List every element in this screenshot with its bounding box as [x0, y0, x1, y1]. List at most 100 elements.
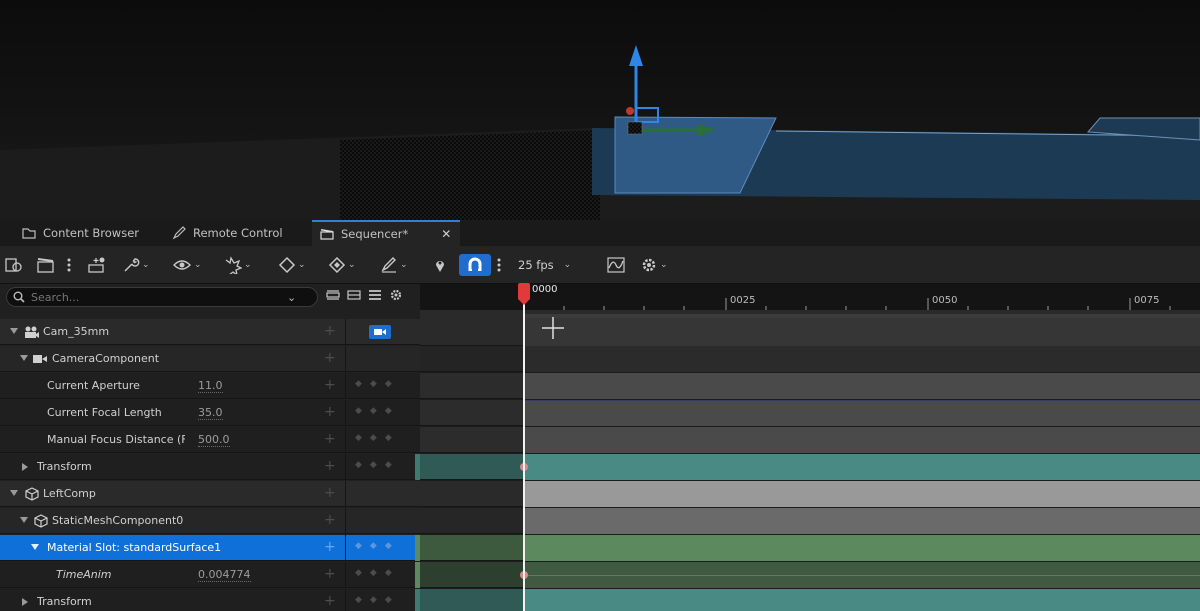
search-input[interactable]: [31, 290, 281, 304]
property-value[interactable]: 35.0: [198, 406, 223, 420]
sequencer-settings-dropdown[interactable]: ⌄: [640, 254, 668, 276]
timeline-lane-current-aperture[interactable]: [420, 373, 1200, 399]
close-tab-icon[interactable]: ✕: [441, 227, 451, 241]
magnet-icon: [468, 257, 482, 271]
time-ruler[interactable]: 0000 0025 0050 0075: [420, 284, 1200, 310]
keyframe-nav-icon[interactable]: ◆◆◆: [355, 433, 400, 443]
collapse-arrow-icon[interactable]: [20, 355, 28, 361]
track-row-transform-2[interactable]: Transform + ◆◆◆: [0, 589, 420, 611]
clapper-button[interactable]: [36, 254, 56, 276]
track-row-camera-component[interactable]: CameraComponent +: [0, 346, 420, 372]
component-section[interactable]: [524, 346, 1200, 372]
actor-section[interactable]: [524, 481, 1200, 507]
keyframe-nav-icon[interactable]: ◆◆◆: [355, 406, 400, 416]
frame-rate-dropdown[interactable]: 25 fps ⌄: [518, 254, 571, 276]
transform-section[interactable]: [524, 589, 1200, 611]
keyframe-nav-icon[interactable]: ◆◆◆: [355, 568, 400, 578]
expand-arrow-icon[interactable]: [22, 598, 28, 606]
keyframe-nav-icon[interactable]: ◆◆◆: [355, 595, 400, 605]
snap-toggle-button[interactable]: [459, 254, 491, 276]
keyframe-nav-icon[interactable]: ◆◆◆: [355, 460, 400, 470]
keyframe-nav-icon[interactable]: ◆◆◆: [355, 379, 400, 389]
add-key-icon[interactable]: +: [324, 404, 336, 420]
camera-cut-section[interactable]: [524, 318, 1200, 346]
edit-mode-dropdown[interactable]: ⌄: [380, 254, 408, 276]
float-section[interactable]: [524, 373, 1200, 399]
property-value[interactable]: 0.004774: [198, 568, 251, 582]
track-row-current-aperture[interactable]: Current Aperture 11.0 + ◆◆◆: [0, 373, 420, 399]
property-value[interactable]: 500.0: [198, 433, 230, 447]
chevron-down-icon[interactable]: ⌄: [287, 291, 296, 304]
playback-options-dropdown[interactable]: ⌄: [222, 254, 252, 276]
camera-lock-button[interactable]: [369, 325, 391, 339]
chevron-down-icon: ⌄: [298, 260, 306, 270]
add-track-icon[interactable]: +: [324, 350, 336, 366]
editor-tab-bar: Content Browser Remote Control Sequencer…: [0, 220, 1200, 246]
add-key-icon[interactable]: +: [324, 431, 336, 447]
timeline-lane-material-slot[interactable]: [420, 535, 1200, 561]
timeline-lane-transform-2[interactable]: [420, 589, 1200, 611]
playhead-handle[interactable]: [517, 283, 531, 305]
add-actor-button[interactable]: [86, 254, 108, 276]
curve-editor-button[interactable]: [606, 254, 626, 276]
property-value[interactable]: 11.0: [198, 379, 223, 393]
add-key-icon[interactable]: +: [324, 593, 336, 609]
add-track-icon[interactable]: +: [324, 512, 336, 528]
track-label: Material Slot: standardSurface1: [47, 541, 222, 554]
key-group-dropdown[interactable]: ⌄: [328, 254, 356, 276]
key-interpolation-dropdown[interactable]: ⌄: [278, 254, 306, 276]
timeline-lane-static-mesh[interactable]: [420, 508, 1200, 534]
timeline-lane-leftcomp[interactable]: [420, 481, 1200, 507]
track-row-cam[interactable]: Cam_35mm +: [0, 319, 420, 345]
track-row-current-focal-length[interactable]: Current Focal Length 35.0 + ◆◆◆: [0, 400, 420, 426]
collapse-arrow-icon[interactable]: [10, 490, 18, 496]
track-row-leftcomp[interactable]: LeftComp +: [0, 481, 420, 507]
material-section[interactable]: [524, 535, 1200, 561]
track-row-material-slot[interactable]: Material Slot: standardSurface1 + ◆◆◆: [0, 535, 420, 561]
keyframe-nav-icon[interactable]: ◆◆◆: [355, 541, 400, 551]
tab-content-browser[interactable]: Content Browser: [22, 220, 139, 246]
add-key-icon[interactable]: +: [324, 377, 336, 393]
more-options-button[interactable]: [66, 254, 72, 276]
search-box[interactable]: ⌄: [6, 287, 318, 307]
playhead-line[interactable]: [523, 288, 525, 611]
list-icon[interactable]: [368, 288, 382, 302]
component-section[interactable]: [524, 508, 1200, 534]
track-row-static-mesh-component[interactable]: StaticMeshComponent0 +: [0, 508, 420, 534]
transform-section[interactable]: [524, 454, 1200, 480]
add-key-icon[interactable]: +: [324, 566, 336, 582]
world-browse-button[interactable]: [4, 254, 24, 276]
level-viewport[interactable]: [0, 0, 1200, 220]
float-section[interactable]: [524, 400, 1200, 426]
timeline-lane-cam[interactable]: [420, 310, 1200, 346]
dithered-mesh: [340, 130, 600, 220]
marker-button[interactable]: [434, 254, 446, 276]
track-row-timeanim[interactable]: TimeAnim 0.004774 + ◆◆◆: [0, 562, 420, 588]
add-track-icon[interactable]: +: [324, 323, 336, 339]
track-label: Current Aperture: [47, 379, 140, 392]
track-row-manual-focus-distance[interactable]: Manual Focus Distance (Focus Distance) 5…: [0, 427, 420, 453]
timeline-lane-transform[interactable]: [420, 454, 1200, 480]
float-section[interactable]: [524, 427, 1200, 453]
collapse-arrow-icon[interactable]: [20, 517, 28, 523]
timeline-lane-current-focal-length[interactable]: [420, 400, 1200, 426]
timeline-lane-manual-focus[interactable]: [420, 427, 1200, 453]
expand-arrow-icon[interactable]: [22, 463, 28, 471]
snap-options-button[interactable]: [496, 254, 502, 276]
view-options-dropdown[interactable]: ⌄: [172, 254, 202, 276]
timeline-lane-timeanim[interactable]: [420, 562, 1200, 588]
settings-icon[interactable]: [389, 288, 403, 302]
track-layout-icon[interactable]: [347, 288, 361, 302]
timeline-area[interactable]: 0000 0025 0050 0075: [420, 284, 1200, 611]
add-track-icon[interactable]: +: [324, 539, 336, 555]
timeline-lane-camera-component[interactable]: [420, 346, 1200, 372]
track-filter-icon[interactable]: [326, 288, 340, 302]
tab-sequencer[interactable]: Sequencer* ✕: [312, 220, 460, 246]
track-row-transform[interactable]: Transform + ◆◆◆: [0, 454, 420, 480]
tab-remote-control[interactable]: Remote Control: [172, 220, 283, 246]
add-key-icon[interactable]: +: [324, 458, 336, 474]
wrench-dropdown[interactable]: ⌄: [122, 254, 150, 276]
collapse-arrow-icon[interactable]: [31, 544, 39, 550]
collapse-arrow-icon[interactable]: [10, 328, 18, 334]
add-track-icon[interactable]: +: [324, 485, 336, 501]
